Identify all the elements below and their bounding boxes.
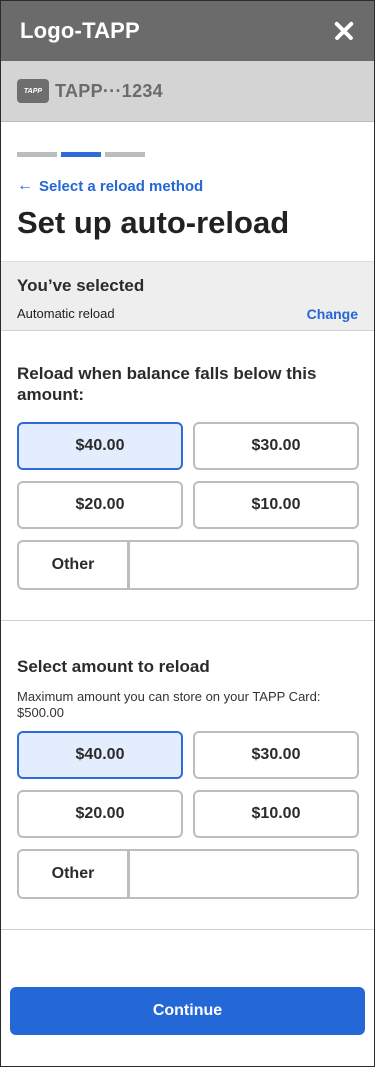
- selected-heading: You’ve selected: [17, 276, 145, 295]
- threshold-heading: Reload when balance falls below this amo…: [17, 364, 317, 404]
- threshold-option[interactable]: $20.00: [17, 481, 183, 529]
- step-progress: [1, 122, 374, 157]
- reload-amount-option[interactable]: $10.00: [193, 790, 359, 838]
- card-chip-icon: TAPP: [17, 79, 49, 103]
- reload-modal: Logo-TAPP TAPP TAPP···1234 ← Select a re…: [0, 0, 375, 1067]
- reload-amount-option[interactable]: $30.00: [193, 731, 359, 779]
- selected-method-value: Automatic reload: [17, 306, 115, 321]
- threshold-option[interactable]: $30.00: [193, 422, 359, 470]
- card-bar: TAPP TAPP···1234: [1, 61, 374, 122]
- progress-step-3: [105, 152, 145, 157]
- reload-amount-other-input[interactable]: [130, 851, 357, 897]
- reload-amount-heading: Select amount to reload: [17, 657, 210, 676]
- card-number: TAPP···1234: [55, 80, 163, 101]
- threshold-other-input[interactable]: [130, 542, 357, 588]
- threshold-options: $40.00 $30.00 $20.00 $10.00 Other: [17, 422, 359, 590]
- selected-method-box: You’ve selected Automatic reload Change: [1, 261, 374, 331]
- arrow-left-icon: ←: [17, 177, 33, 194]
- threshold-option[interactable]: $40.00: [17, 422, 183, 470]
- reload-amount-note: Maximum amount you can store on your TAP…: [17, 689, 321, 720]
- reload-amount-section: Select amount to reload Maximum amount y…: [1, 621, 374, 899]
- reload-amount-option[interactable]: $20.00: [17, 790, 183, 838]
- progress-step-1: [17, 152, 57, 157]
- reload-amount-options: $40.00 $30.00 $20.00 $10.00 Other: [17, 731, 359, 899]
- continue-button[interactable]: Continue: [10, 987, 365, 1035]
- threshold-section: Reload when balance falls below this amo…: [1, 331, 374, 590]
- close-icon[interactable]: [330, 17, 358, 45]
- back-link-label: Select a reload method: [39, 177, 204, 195]
- progress-step-2: [61, 152, 101, 157]
- change-link[interactable]: Change: [307, 306, 358, 322]
- reload-amount-other-row: Other: [17, 849, 359, 899]
- reload-amount-other-button[interactable]: Other: [19, 851, 130, 897]
- page-title: Set up auto-reload: [17, 205, 290, 240]
- threshold-option[interactable]: $10.00: [193, 481, 359, 529]
- section-divider: [1, 929, 374, 930]
- brand-logo: Logo-TAPP: [20, 18, 140, 43]
- reload-amount-option[interactable]: $40.00: [17, 731, 183, 779]
- top-bar: Logo-TAPP: [1, 1, 374, 61]
- threshold-other-row: Other: [17, 540, 359, 590]
- threshold-other-button[interactable]: Other: [19, 542, 130, 588]
- back-link[interactable]: ← Select a reload method: [17, 177, 374, 195]
